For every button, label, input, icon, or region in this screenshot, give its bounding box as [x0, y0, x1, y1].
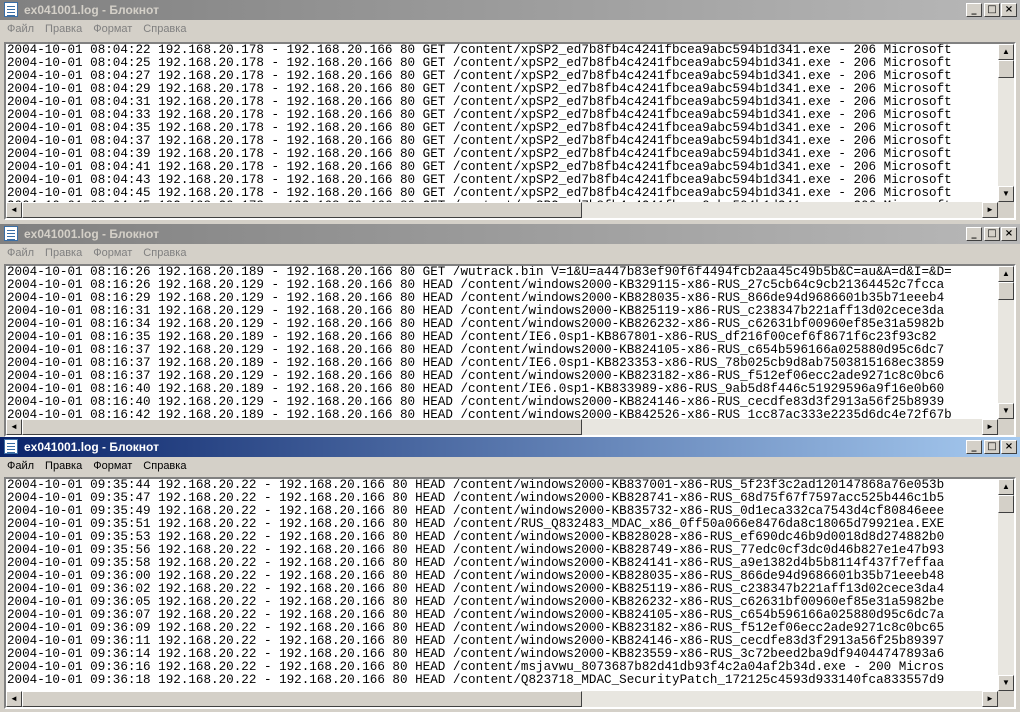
scroll-right-arrow-icon[interactable]: ►: [982, 691, 998, 707]
vertical-scrollbar[interactable]: ▲ ▼: [998, 479, 1014, 691]
horizontal-scroll-thumb[interactable]: [22, 691, 582, 707]
notepad-window-3[interactable]: ex041001.log - Блокнот _ □ × Файл Правка Форма…: [0, 437, 1020, 712]
vertical-scroll-thumb[interactable]: [998, 60, 1014, 78]
menu-item-2[interactable]: Формат: [89, 244, 136, 263]
menu-item-1[interactable]: Правка: [41, 457, 86, 476]
scroll-right-arrow-icon[interactable]: ►: [982, 202, 998, 218]
menu-item-3[interactable]: Справка: [139, 457, 190, 476]
close-button[interactable]: ×: [1001, 227, 1017, 241]
horizontal-scrollbar[interactable]: ◄ ►: [6, 691, 998, 707]
minimize-button[interactable]: _: [966, 440, 982, 454]
title-bar[interactable]: ex041001.log - Блокнот _ □ ×: [0, 224, 1020, 244]
window-title: ex041001.log - Блокнот: [24, 227, 159, 241]
scroll-left-arrow-icon[interactable]: ◄: [6, 691, 22, 707]
menu-item-0[interactable]: Файл: [3, 244, 38, 263]
scroll-down-arrow-icon[interactable]: ▼: [998, 403, 1014, 419]
vertical-scroll-thumb[interactable]: [998, 282, 1014, 300]
minimize-button[interactable]: _: [966, 3, 982, 17]
scrollbar-corner: [998, 691, 1014, 707]
text-content[interactable]: 2004-10-01 08:16:26 192.168.20.189 - 192…: [7, 266, 998, 419]
maximize-button[interactable]: □: [984, 227, 1000, 241]
maximize-button[interactable]: □: [984, 440, 1000, 454]
title-bar[interactable]: ex041001.log - Блокнот _ □ ×: [0, 0, 1020, 20]
window-title: ex041001.log - Блокнот: [24, 3, 159, 17]
title-bar[interactable]: ex041001.log - Блокнот _ □ ×: [0, 437, 1020, 457]
scrollbar-corner: [998, 419, 1014, 435]
minimize-button[interactable]: _: [966, 227, 982, 241]
menu-item-2[interactable]: Формат: [89, 457, 136, 476]
log-line: 2004-10-01 09:36:18 192.168.20.22 - 192.…: [7, 673, 945, 687]
vertical-scrollbar[interactable]: ▲ ▼: [998, 44, 1014, 202]
vertical-scrollbar[interactable]: ▲ ▼: [998, 266, 1014, 419]
log-line: 2004-10-01 08:16:42 192.168.20.189 - 192…: [7, 408, 952, 420]
notepad-icon[interactable]: [4, 226, 18, 241]
scrollbar-corner: [998, 202, 1014, 218]
scroll-up-arrow-icon[interactable]: ▲: [998, 44, 1014, 60]
vertical-scroll-thumb[interactable]: [998, 495, 1014, 513]
horizontal-scroll-thumb[interactable]: [22, 419, 582, 435]
menu-item-3[interactable]: Справка: [139, 244, 190, 263]
menu-item-0[interactable]: Файл: [3, 20, 38, 39]
scroll-left-arrow-icon[interactable]: ◄: [6, 419, 22, 435]
notepad-window-1[interactable]: ex041001.log - Блокнот _ □ × Файл Правка Форма…: [0, 0, 1020, 224]
horizontal-scroll-thumb[interactable]: [22, 202, 582, 218]
text-content[interactable]: 2004-10-01 08:04:22 192.168.20.178 - 192…: [7, 44, 998, 202]
scroll-up-arrow-icon[interactable]: ▲: [998, 266, 1014, 282]
notepad-icon[interactable]: [4, 439, 18, 454]
menu-item-0[interactable]: Файл: [3, 457, 38, 476]
menu-item-2[interactable]: Формат: [89, 20, 136, 39]
text-area[interactable]: 2004-10-01 08:16:26 192.168.20.189 - 192…: [4, 264, 1016, 437]
text-area[interactable]: 2004-10-01 08:04:22 192.168.20.178 - 192…: [4, 42, 1016, 220]
scroll-left-arrow-icon[interactable]: ◄: [6, 202, 22, 218]
close-button[interactable]: ×: [1001, 440, 1017, 454]
horizontal-scrollbar[interactable]: ◄ ►: [6, 202, 998, 218]
window-title: ex041001.log - Блокнот: [24, 440, 159, 454]
notepad-icon[interactable]: [4, 2, 18, 17]
menu-item-3[interactable]: Справка: [139, 20, 190, 39]
scroll-down-arrow-icon[interactable]: ▼: [998, 186, 1014, 202]
scroll-right-arrow-icon[interactable]: ►: [982, 419, 998, 435]
close-button[interactable]: ×: [1001, 3, 1017, 17]
horizontal-scrollbar[interactable]: ◄ ►: [6, 419, 998, 435]
maximize-button[interactable]: □: [984, 3, 1000, 17]
scroll-up-arrow-icon[interactable]: ▲: [998, 479, 1014, 495]
scroll-down-arrow-icon[interactable]: ▼: [998, 675, 1014, 691]
notepad-window-2[interactable]: ex041001.log - Блокнот _ □ × Файл Правка Форма…: [0, 224, 1020, 437]
menu-item-1[interactable]: Правка: [41, 20, 86, 39]
menu-bar: Файл Правка Формат Справка: [0, 20, 1020, 39]
menu-item-1[interactable]: Правка: [41, 244, 86, 263]
text-area[interactable]: 2004-10-01 09:35:44 192.168.20.22 - 192.…: [4, 477, 1016, 709]
menu-bar: Файл Правка Формат Справка: [0, 457, 1020, 476]
text-content[interactable]: 2004-10-01 09:35:44 192.168.20.22 - 192.…: [7, 479, 998, 691]
menu-bar: Файл Правка Формат Справка: [0, 244, 1020, 263]
